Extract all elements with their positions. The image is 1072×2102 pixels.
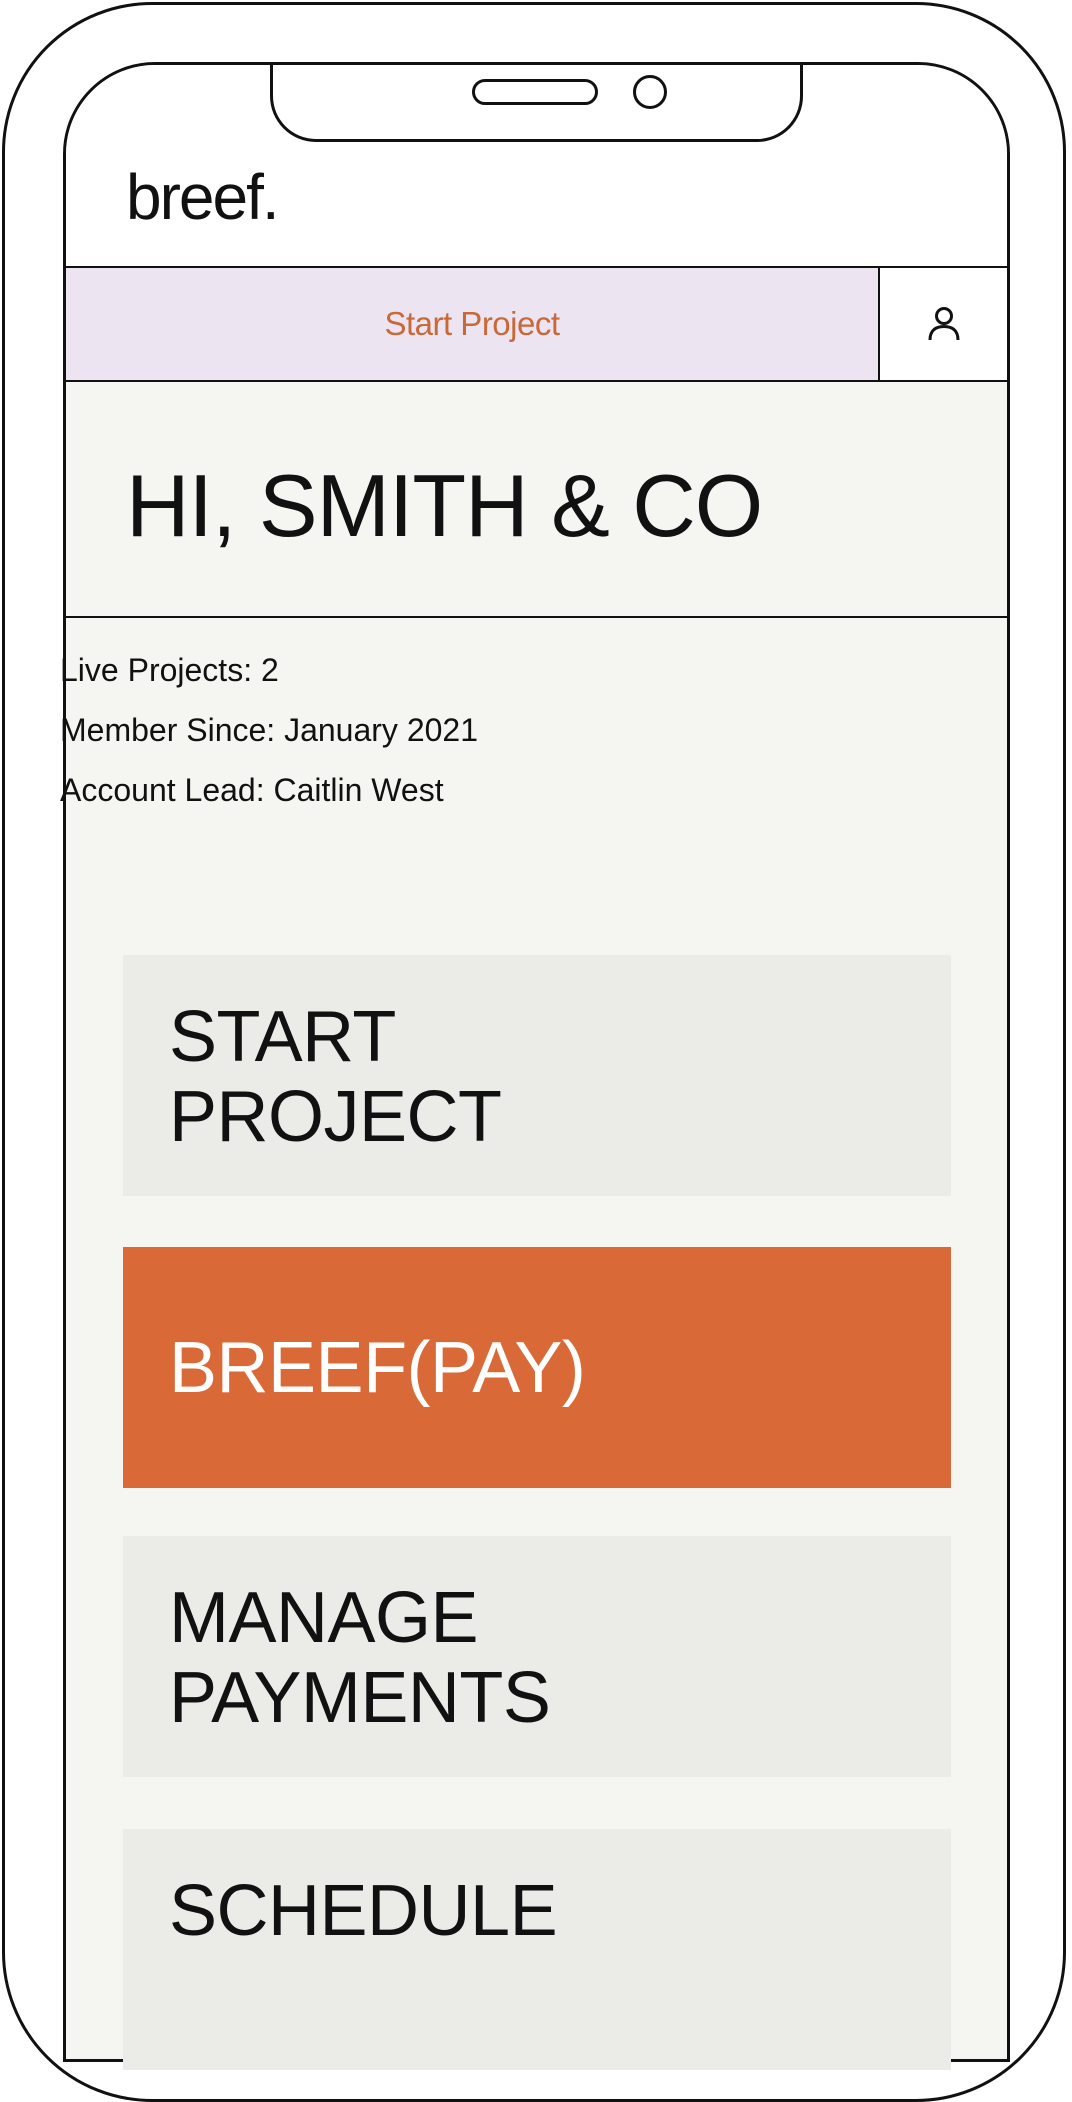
greeting-section: HI, SMITH & CO	[66, 382, 1007, 618]
card-label-line: SCHEDULE	[169, 1871, 558, 1951]
start-project-nav-button[interactable]: Start Project	[66, 268, 880, 380]
profile-button[interactable]	[880, 268, 1007, 380]
member-since-text: Member Since: January 2021	[60, 712, 478, 748]
account-lead-text: Account Lead: Caitlin West	[60, 772, 444, 808]
card-label-line: PAYMENTS	[169, 1658, 551, 1738]
user-icon	[928, 307, 959, 341]
start-project-card[interactable]: START PROJECT	[123, 955, 951, 1196]
speaker-icon	[472, 79, 598, 105]
account-info: Live Projects: 2 Member Since: January 2…	[60, 640, 478, 820]
live-projects-text: Live Projects: 2	[60, 652, 279, 688]
manage-payments-card[interactable]: MANAGE PAYMENTS	[123, 1536, 951, 1777]
top-nav: Start Project	[66, 268, 1007, 382]
card-label-line: START	[169, 997, 396, 1077]
card-label-line: PROJECT	[169, 1077, 502, 1157]
schedule-card[interactable]: SCHEDULE	[123, 1829, 951, 2070]
card-label-line: MANAGE	[169, 1578, 479, 1658]
brand-logo[interactable]: breef.	[126, 165, 280, 229]
breef-pay-card[interactable]: BREEF(PAY)	[123, 1247, 951, 1488]
card-label-line: BREEF(PAY)	[169, 1327, 586, 1408]
phone-mockup: breef. Start Project HI, SMITH & CO Live…	[0, 0, 1072, 2102]
page-title: HI, SMITH & CO	[126, 456, 763, 555]
camera-icon	[633, 75, 667, 109]
